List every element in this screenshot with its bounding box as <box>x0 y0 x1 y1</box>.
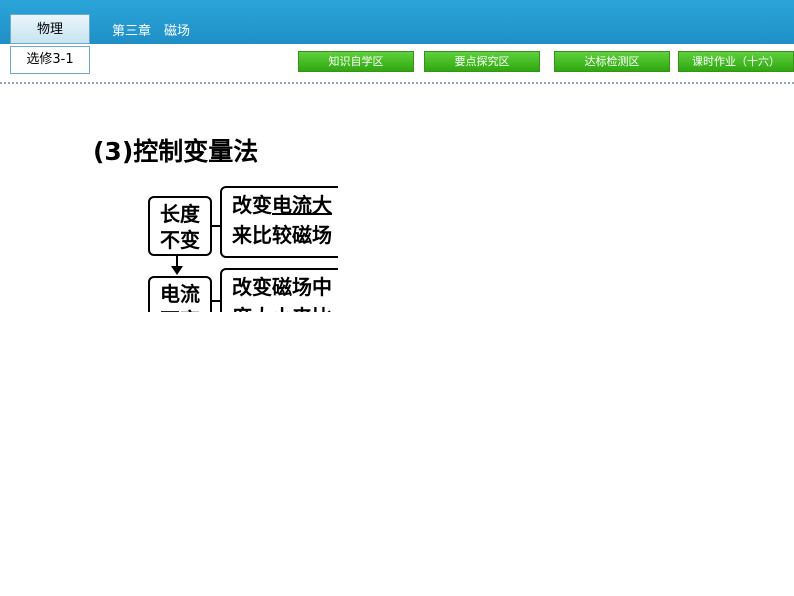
section-heading: (3)控制变量法 <box>93 137 259 166</box>
underlined-text: 电流大 <box>272 193 332 217</box>
nav-button-key-points[interactable]: 要点探究区 <box>424 51 540 72</box>
description-box-change-field: 改变磁场中 度大小来比 <box>220 268 338 312</box>
description-line: 改变电流大 <box>232 190 338 220</box>
description-line: 来比较磁场 <box>232 223 332 247</box>
condition-box-length-constant: 长度 不变 <box>148 196 212 256</box>
nav-button-assessment[interactable]: 达标检测区 <box>554 51 670 72</box>
condition-line: 不变 <box>150 307 210 312</box>
condition-line: 长度 <box>160 202 200 226</box>
arrow-down-icon <box>171 266 183 275</box>
header-divider <box>0 82 794 84</box>
control-variable-diagram: 长度 不变 改变电流大 来比较磁场 电流 不变 改变磁场中 度大小来比 <box>140 180 338 312</box>
nav-button-homework[interactable]: 课时作业（十六） <box>678 51 794 72</box>
module-label: 选修3-1 <box>10 46 90 74</box>
description-text: 改变 <box>232 193 272 217</box>
nav-button-self-study[interactable]: 知识自学区 <box>298 51 414 72</box>
description-line: 改变磁场中 <box>232 275 332 299</box>
condition-box-current-constant: 电流 不变 <box>148 276 212 312</box>
condition-line: 不变 <box>160 228 200 252</box>
chapter-title: 第三章 磁场 <box>112 24 191 39</box>
description-line: 度大小来比 <box>232 302 338 312</box>
condition-line: 电流 <box>160 282 200 306</box>
description-box-change-current: 改变电流大 来比较磁场 <box>220 186 338 258</box>
subject-label: 物理 <box>10 14 90 44</box>
